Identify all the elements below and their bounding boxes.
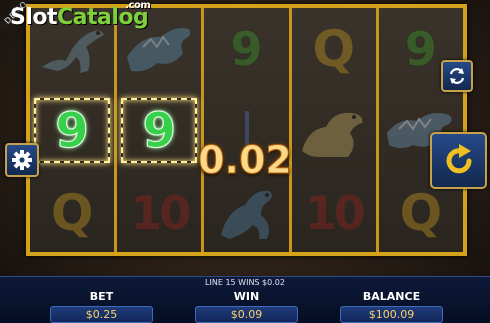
bottom-bar: LINE 15 WINS $0.02 BET $0.25 WIN $0.09 B… (0, 276, 490, 323)
reels: 9 Q 9 10 9 Q 10 9 Q (30, 8, 464, 253)
autoplay-button[interactable] (441, 60, 473, 92)
win-highlight-box (34, 98, 111, 163)
reel-1: 9 Q (30, 8, 118, 253)
logo-com: .com (125, 0, 151, 11)
symbol-q: Q (399, 183, 443, 242)
symbol-9: 9 (230, 21, 263, 76)
symbol-10: 10 (304, 185, 366, 240)
site-logo: SlotCatalog .com (10, 0, 151, 39)
symbol-10: 10 (130, 185, 191, 240)
balance-panel: BALANCE $100.09 (340, 290, 443, 323)
reel-2-row-3: 10 (117, 172, 201, 253)
logo-slot: Slot (10, 5, 58, 30)
win-label: WIN (233, 290, 260, 303)
balance-value: $100.09 (340, 306, 443, 323)
reel-1-row-3: Q (30, 172, 114, 253)
reel-4: Q 10 (291, 8, 379, 253)
reel-frame: 9 Q 9 10 9 Q 10 9 Q (26, 4, 467, 256)
symbol-9: 9 (404, 21, 437, 76)
reel-2: 9 10 (117, 8, 205, 253)
win-amount-display: 0.02 (198, 138, 293, 183)
spin-button[interactable] (430, 132, 487, 189)
win-panel: WIN $0.09 (195, 290, 298, 323)
reel-3-row-1: 9 (204, 8, 288, 89)
win-value: $0.09 (195, 306, 298, 323)
symbol-q: Q (50, 183, 94, 242)
symbol-q: Q (312, 19, 355, 78)
balance-label: BALANCE (362, 290, 421, 303)
bet-label: BET (89, 290, 114, 303)
spin-arrow-icon (446, 143, 471, 173)
reel-1-row-2: 9 (30, 90, 114, 171)
autoplay-arrows-icon (449, 68, 465, 84)
line-wins-status: LINE 15 WINS $0.02 (205, 278, 285, 287)
reel-3-row-3 (204, 172, 288, 253)
reel-4-row-3: 10 (292, 172, 376, 253)
reel-4-row-1: Q (292, 8, 376, 89)
lizard-icon (220, 190, 272, 239)
reel-3: 9 (204, 8, 292, 253)
gear-icon (12, 150, 32, 170)
bet-value[interactable]: $0.25 (50, 306, 153, 323)
reel-5: 9 Q (378, 8, 464, 252)
bet-panel[interactable]: BET $0.25 (50, 290, 153, 323)
settings-button[interactable] (5, 143, 39, 177)
